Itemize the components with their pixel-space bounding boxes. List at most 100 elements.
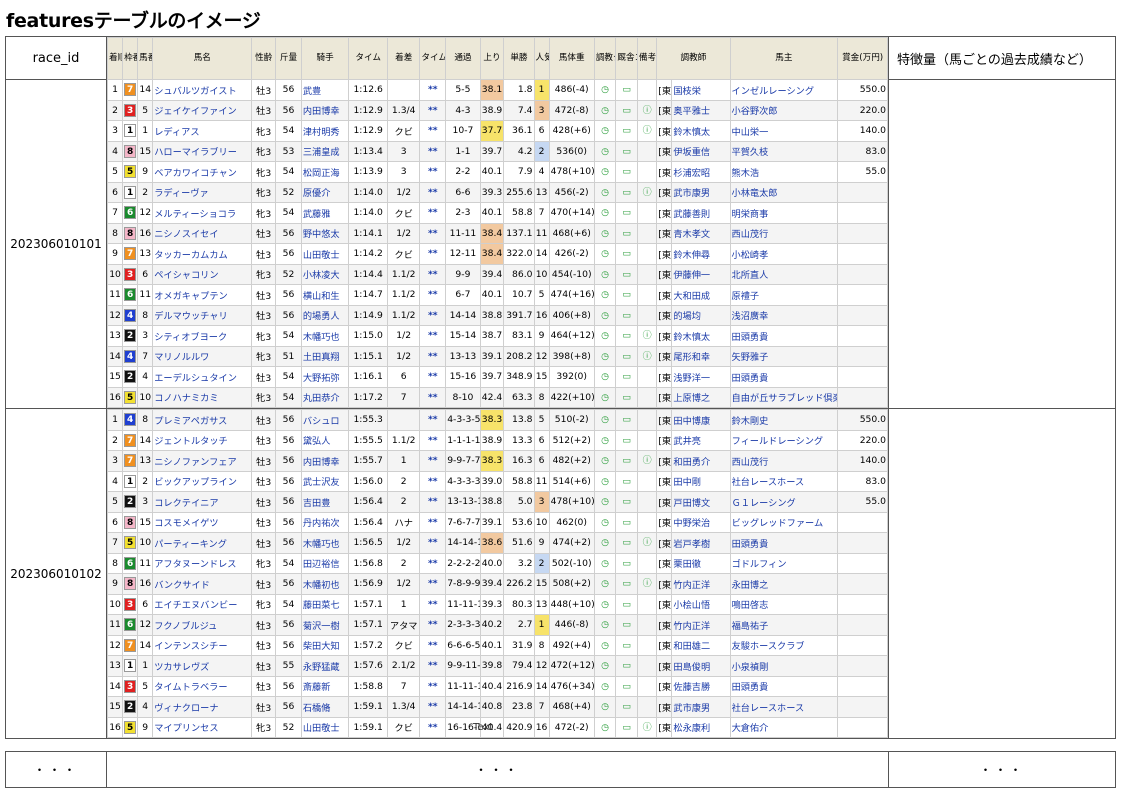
cell-trainer[interactable]: 佐藤吉勝 [671, 675, 731, 697]
cell-horse-name[interactable]: パーティーキング [152, 532, 253, 554]
cell-horse-name[interactable]: プレミアペガサス [152, 409, 253, 431]
cell-trainer[interactable]: 大和田成 [671, 284, 731, 306]
clock-icon[interactable]: ◷ [600, 106, 610, 116]
cell-jockey[interactable]: 内田博幸 [300, 99, 350, 121]
comment-icon[interactable]: ▭ [622, 620, 632, 630]
cell-horse-name[interactable]: バンクサイド [152, 573, 253, 595]
cell-jockey[interactable]: 丹内祐次 [300, 511, 350, 533]
clock-icon[interactable]: ◷ [600, 538, 610, 548]
info-icon[interactable]: ⓘ [642, 723, 652, 733]
cell-trainer[interactable]: 青木孝文 [671, 222, 731, 244]
clock-icon[interactable]: ◷ [600, 477, 610, 487]
cell-horse-name[interactable]: デルマウッチャリ [152, 304, 253, 326]
cell-trainer[interactable]: 的場均 [671, 304, 731, 326]
cell-jockey[interactable]: バシュロ [300, 409, 350, 431]
cell-trainer[interactable]: 武市康男 [671, 181, 731, 203]
cell-trainer[interactable]: 国枝栄 [671, 79, 731, 101]
cell-trainer[interactable]: 竹内正洋 [671, 573, 731, 595]
cell-jockey[interactable]: 内田博幸 [300, 450, 350, 472]
cell-horse-name[interactable]: ベアカワイコチャン [152, 161, 253, 183]
comment-icon[interactable]: ▭ [622, 352, 632, 362]
cell-trainer[interactable]: 尾形和幸 [671, 345, 731, 367]
cell-horse-name[interactable]: エーデルシュタイン [152, 366, 253, 388]
clock-icon[interactable]: ◷ [600, 702, 610, 712]
clock-icon[interactable]: ◷ [600, 147, 610, 157]
cell-owner[interactable]: 田頭勇貴 [729, 366, 839, 388]
clock-icon[interactable]: ◷ [600, 372, 610, 382]
clock-icon[interactable]: ◷ [600, 85, 610, 95]
cell-horse-name[interactable]: ジェイケイファイン [152, 99, 253, 121]
cell-trainer[interactable]: 伊坂重信 [671, 140, 731, 162]
cell-horse-name[interactable]: フクノブルジュ [152, 614, 253, 636]
clock-icon[interactable]: ◷ [600, 249, 610, 259]
cell-trainer[interactable]: 田島俊明 [671, 655, 731, 677]
comment-icon[interactable]: ▭ [622, 497, 632, 507]
cell-horse-name[interactable]: マリノルルワ [152, 345, 253, 367]
clock-icon[interactable]: ◷ [600, 126, 610, 136]
info-icon[interactable]: ⓘ [642, 126, 652, 136]
clock-icon[interactable]: ◷ [600, 208, 610, 218]
cell-owner[interactable]: ゴドルフィン [729, 552, 839, 574]
cell-owner[interactable]: 浅沼廣幸 [729, 304, 839, 326]
cell-trainer[interactable]: 和田勇介 [671, 450, 731, 472]
cell-owner[interactable]: 田頭勇貴 [729, 325, 839, 347]
cell-horse-name[interactable]: ヴィナクローナ [152, 696, 253, 718]
clock-icon[interactable]: ◷ [600, 559, 610, 569]
cell-horse-name[interactable]: タッカーカムカム [152, 243, 253, 265]
comment-icon[interactable]: ▭ [622, 147, 632, 157]
cell-jockey[interactable]: 津村明秀 [300, 120, 350, 142]
cell-horse-name[interactable]: オメガキャプテン [152, 284, 253, 306]
clock-icon[interactable]: ◷ [600, 723, 610, 733]
cell-owner[interactable]: 中山栄一 [729, 120, 839, 142]
cell-jockey[interactable]: 武藤雅 [300, 202, 350, 224]
cell-trainer[interactable]: 田中博康 [671, 409, 731, 431]
cell-jockey[interactable]: 吉田豊 [300, 491, 350, 513]
cell-owner[interactable]: 矢野雅子 [729, 345, 839, 367]
cell-horse-name[interactable]: シュバルツガイスト [152, 79, 253, 101]
comment-icon[interactable]: ▭ [622, 661, 632, 671]
cell-jockey[interactable]: 石橋脩 [300, 696, 350, 718]
cell-horse-name[interactable]: インテンスシチー [152, 634, 253, 656]
info-icon[interactable]: ⓘ [642, 331, 652, 341]
clock-icon[interactable]: ◷ [600, 518, 610, 528]
cell-trainer[interactable]: 鈴木慎太 [671, 325, 731, 347]
cell-horse-name[interactable]: コレクテイニア [152, 491, 253, 513]
cell-jockey[interactable]: 永野猛蔵 [300, 655, 350, 677]
comment-icon[interactable]: ▭ [622, 167, 632, 177]
cell-owner[interactable]: 社台レースホース [729, 696, 839, 718]
cell-owner[interactable]: 鈴木剛史 [729, 409, 839, 431]
cell-trainer[interactable]: 和田雄二 [671, 634, 731, 656]
cell-horse-name[interactable]: ハローマイラブリー [152, 140, 253, 162]
cell-jockey[interactable]: 武豊 [300, 79, 350, 101]
cell-owner[interactable]: 友駿ホースクラブ [729, 634, 839, 656]
comment-icon[interactable]: ▭ [622, 331, 632, 341]
cell-trainer[interactable]: 上原博之 [671, 386, 731, 408]
cell-jockey[interactable]: 木幡巧也 [300, 325, 350, 347]
comment-icon[interactable]: ▭ [622, 106, 632, 116]
comment-icon[interactable]: ▭ [622, 208, 632, 218]
comment-icon[interactable]: ▭ [622, 518, 632, 528]
comment-icon[interactable]: ▭ [622, 559, 632, 569]
clock-icon[interactable]: ◷ [600, 436, 610, 446]
clock-icon[interactable]: ◷ [600, 393, 610, 403]
comment-icon[interactable]: ▭ [622, 702, 632, 712]
cell-jockey[interactable]: 土田真翔 [300, 345, 350, 367]
cell-horse-name[interactable]: ビックアップライン [152, 470, 253, 492]
cell-jockey[interactable]: 斎藤新 [300, 675, 350, 697]
clock-icon[interactable]: ◷ [600, 352, 610, 362]
cell-owner[interactable]: 大倉佑介 [729, 716, 839, 738]
cell-jockey[interactable]: 田辺裕信 [300, 552, 350, 574]
clock-icon[interactable]: ◷ [600, 579, 610, 589]
cell-horse-name[interactable]: タイムトラベラー [152, 675, 253, 697]
cell-jockey[interactable]: 小林凌大 [300, 263, 350, 285]
cell-trainer[interactable]: 岩戸孝樹 [671, 532, 731, 554]
cell-trainer[interactable]: 田中剛 [671, 470, 731, 492]
comment-icon[interactable]: ▭ [622, 579, 632, 589]
cell-jockey[interactable]: 柴田大知 [300, 634, 350, 656]
clock-icon[interactable]: ◷ [600, 682, 610, 692]
comment-icon[interactable]: ▭ [622, 229, 632, 239]
clock-icon[interactable]: ◷ [600, 456, 610, 466]
cell-trainer[interactable]: 中野栄治 [671, 511, 731, 533]
cell-horse-name[interactable]: レディアス [152, 120, 253, 142]
cell-owner[interactable]: 平賀久枝 [729, 140, 839, 162]
